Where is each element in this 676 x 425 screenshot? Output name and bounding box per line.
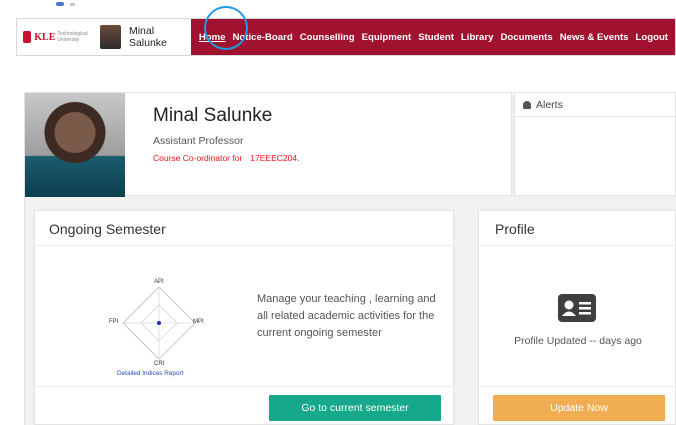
bell-icon [523,100,531,109]
kle-logo[interactable]: KLE Technological University [23,26,94,48]
nav-avatar[interactable] [100,25,121,49]
navbar: KLE Technological University Minal Salun… [16,18,676,56]
top-indicator-secondary [70,3,75,6]
ongoing-title: Ongoing Semester [49,221,166,237]
radar-chart [122,286,196,360]
main-menu: Home Notice-Board Counselling Equipment … [190,19,675,55]
ongoing-description: Manage your teaching , learning and all … [257,293,436,339]
indices-radar: API FPI MPI CRI Detailed Indices Report [109,275,209,377]
brand: KLE Technological University Minal Salun… [17,19,191,55]
alerts-panel: Alerts [514,92,676,196]
menu-home[interactable]: Home [199,32,226,43]
radar-label-api: API [154,279,164,285]
profile-photo [25,93,125,197]
divider [35,245,455,246]
alerts-title: Alerts [536,98,563,111]
radar-label-mpi: MPI [193,319,204,325]
divider [479,245,676,246]
ongoing-semester-card: Ongoing Semester API FPI MPI CRI Detaile… [34,210,455,425]
kle-logo-mark-icon [23,31,32,43]
nav-user-name[interactable]: Minal Salunke [129,25,191,49]
profile-title: Profile [495,221,535,237]
course-coordinator: Course Co-ordinator for 17EEEC204. [153,153,299,163]
course-label: Course Co-ordinator for [153,153,243,163]
menu-student[interactable]: Student [418,32,454,43]
divider [35,386,455,387]
logo-subtext: Technological University [57,31,88,43]
profile-card: Profile Profile Updated -- days ago Upda… [478,210,676,425]
page: KLE Technological University Minal Salun… [0,0,676,425]
menu-news-events[interactable]: News & Events [560,32,629,43]
menu-logout[interactable]: Logout [636,32,669,43]
menu-counselling[interactable]: Counselling [300,32,355,43]
profile-updated-text: Profile Updated -- days ago [514,335,642,347]
radar-label-cri: CRI [154,361,165,367]
profile-name: Minal Salunke [153,105,273,126]
logo-text: KLE [34,31,56,43]
radar-label-fpi: FPI [109,319,119,325]
alerts-header: Alerts [515,93,675,117]
profile-header-card: Minal Salunke Assistant Professor Course… [24,92,512,197]
divider [479,386,676,387]
course-code: 17EEEC204. [250,153,300,163]
id-card-icon [557,293,597,323]
menu-library[interactable]: Library [461,32,494,43]
top-indicator [56,2,64,6]
radar-point [157,321,161,325]
detailed-indices-link[interactable]: Detailed Indices Report [117,370,183,377]
menu-notice-board[interactable]: Notice-Board [232,32,292,43]
browser-top-strip [0,0,676,10]
go-to-semester-button[interactable]: Go to current semester [269,395,441,421]
profile-designation: Assistant Professor [153,135,244,147]
menu-documents[interactable]: Documents [500,32,552,43]
menu-equipment[interactable]: Equipment [362,32,412,43]
update-now-button[interactable]: Update Now [493,395,665,421]
